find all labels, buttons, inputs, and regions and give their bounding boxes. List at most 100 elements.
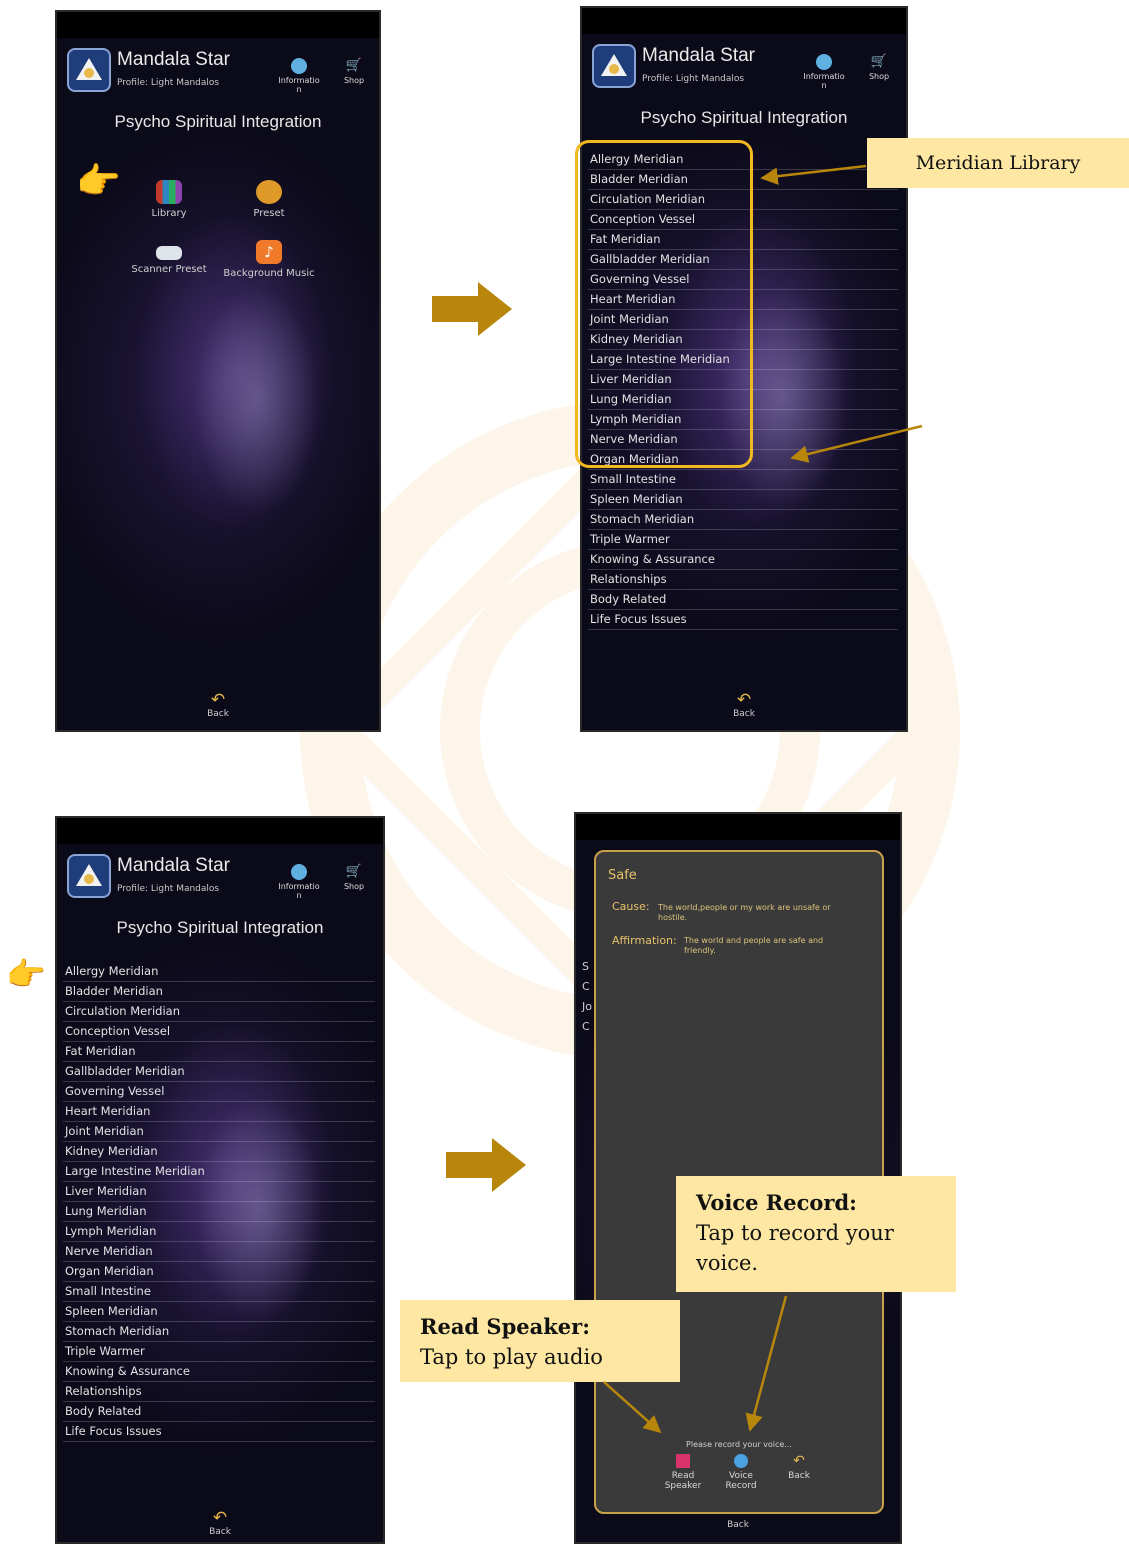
- meridian-list-item[interactable]: Allergy Meridian: [63, 962, 375, 982]
- phone-screen-list: Mandala Star Profile: Light Mandalos Inf…: [55, 816, 385, 1544]
- status-bar: [576, 814, 900, 840]
- dialog-title: Safe: [608, 868, 637, 883]
- globe-info-icon: [291, 864, 307, 880]
- app-title: Mandala Star: [117, 855, 231, 876]
- read-speaker-button[interactable]: Read Speaker: [658, 1454, 708, 1491]
- meridian-list-item[interactable]: Governing Vessel: [63, 1082, 375, 1102]
- shopping-cart-icon: 🛒: [345, 864, 363, 879]
- music-note-icon: ♪: [256, 240, 282, 264]
- meridian-list-item[interactable]: Life Focus Issues: [588, 610, 898, 630]
- app-logo: [67, 48, 111, 92]
- voice-record-callout: Voice Record: Tap to record your voice.: [676, 1176, 956, 1292]
- meridian-list-item[interactable]: Small Intestine: [588, 470, 898, 490]
- meridian-list-item[interactable]: Knowing & Assurance: [588, 550, 898, 570]
- shopping-cart-icon: 🛒: [345, 58, 363, 73]
- shop-button[interactable]: 🛒 Shop: [339, 864, 369, 891]
- phone-screen-home: Mandala Star Profile: Light Mandalos Inf…: [55, 10, 381, 732]
- meridian-list-item[interactable]: Kidney Meridian: [63, 1142, 375, 1162]
- meridian-list-item[interactable]: Lymph Meridian: [63, 1222, 375, 1242]
- meridian-list-item[interactable]: Triple Warmer: [63, 1342, 375, 1362]
- page-title: Psycho Spiritual Integration: [114, 112, 322, 131]
- information-button[interactable]: Information: [277, 864, 321, 900]
- information-label: Information: [278, 76, 320, 94]
- app-title: Mandala Star: [642, 45, 756, 66]
- record-prompt: Please record your voice...: [686, 1440, 792, 1449]
- meridian-list-item[interactable]: Life Focus Issues: [63, 1422, 375, 1442]
- dialog-back-label: Back: [788, 1471, 810, 1481]
- library-label: Library: [151, 208, 187, 219]
- meridian-list-item[interactable]: Circulation Meridian: [63, 1002, 375, 1022]
- information-label: Information: [278, 882, 320, 900]
- meridian-list-item[interactable]: Bladder Meridian: [63, 982, 375, 1002]
- hand-pointing-right-icon: 👉: [76, 161, 121, 202]
- status-bar: [57, 12, 379, 38]
- list-letter-behind: C: [582, 980, 590, 993]
- globe-info-icon: [291, 58, 307, 74]
- scanner-preset-button[interactable]: Scanner Preset: [121, 240, 217, 275]
- shop-button[interactable]: 🛒 Shop: [864, 54, 894, 81]
- list-letter-behind: S: [582, 960, 589, 973]
- flow-arrow-right-icon: [432, 282, 512, 336]
- profile-label: Profile: Light Mandalos: [117, 884, 220, 894]
- sliders-icon: [256, 180, 282, 204]
- background-music-button[interactable]: ♪ Background Music: [221, 240, 317, 279]
- meridian-list-item[interactable]: Small Intestine: [63, 1282, 375, 1302]
- back-label: Back: [207, 709, 229, 719]
- books-icon: [156, 180, 182, 204]
- shop-button[interactable]: 🛒 Shop: [339, 58, 369, 85]
- meridian-list-item[interactable]: Conception Vessel: [63, 1022, 375, 1042]
- affirmation-label: Affirmation:: [612, 934, 677, 947]
- meridian-list-item[interactable]: Stomach Meridian: [63, 1322, 375, 1342]
- back-button[interactable]: ↶ Back: [582, 692, 906, 720]
- microphone-icon: [734, 1454, 748, 1468]
- meridian-list-item[interactable]: Spleen Meridian: [588, 490, 898, 510]
- meridian-list-item[interactable]: Body Related: [588, 590, 898, 610]
- dialog-back-button[interactable]: ↶ Back: [774, 1454, 824, 1481]
- meridian-list-item[interactable]: Gallbladder Meridian: [63, 1062, 375, 1082]
- preset-button[interactable]: Preset: [221, 180, 317, 219]
- meridian-list-item[interactable]: Large Intestine Meridian: [63, 1162, 375, 1182]
- back-label: Back: [733, 709, 755, 719]
- meridian-list-item[interactable]: Body Related: [63, 1402, 375, 1422]
- app-logo: [592, 44, 636, 88]
- back-button[interactable]: ↶ Back: [57, 692, 379, 720]
- affirmation-text: The world and people are safe and friend…: [684, 936, 824, 955]
- meridian-list-item[interactable]: Heart Meridian: [63, 1102, 375, 1122]
- meridian-list-item[interactable]: Lung Meridian: [63, 1202, 375, 1222]
- meridian-list-item[interactable]: Relationships: [63, 1382, 375, 1402]
- meridian-list-item[interactable]: Relationships: [588, 570, 898, 590]
- back-arrow-icon: ↶: [212, 1508, 228, 1528]
- profile-label: Profile: Light Mandalos: [117, 78, 220, 88]
- meridian-library-callout: Meridian Library: [867, 138, 1129, 188]
- cause-text: The world,people or my work are unsafe o…: [658, 903, 831, 922]
- information-button[interactable]: Information: [802, 54, 846, 90]
- meridian-list-item[interactable]: Knowing & Assurance: [63, 1362, 375, 1382]
- speaker-icon: [676, 1454, 690, 1468]
- globe-info-icon: [816, 54, 832, 70]
- back-button[interactable]: Back: [576, 1520, 900, 1530]
- list-letter-behind: Jo: [582, 1000, 592, 1013]
- meridian-list-item[interactable]: Stomach Meridian: [588, 510, 898, 530]
- back-button[interactable]: ↶ Back: [57, 1508, 383, 1538]
- voice-record-label: Voice Record: [725, 1471, 757, 1491]
- scanner-preset-label: Scanner Preset: [131, 264, 207, 275]
- voice-record-title: Voice Record: [696, 1190, 850, 1215]
- back-arrow-icon: ↶: [793, 1453, 805, 1469]
- meridian-list-item[interactable]: Nerve Meridian: [63, 1242, 375, 1262]
- meridian-list-item[interactable]: Organ Meridian: [63, 1262, 375, 1282]
- meridian-list-item[interactable]: Triple Warmer: [588, 530, 898, 550]
- library-button[interactable]: Library: [121, 180, 217, 219]
- background-music-label: Background Music: [223, 268, 315, 279]
- list-letter-behind: C: [582, 1020, 590, 1033]
- meridian-list-item[interactable]: Joint Meridian: [63, 1122, 375, 1142]
- information-label: Information: [803, 72, 845, 90]
- shopping-cart-icon: 🛒: [870, 54, 888, 69]
- meridian-list-item[interactable]: Spleen Meridian: [63, 1302, 375, 1322]
- preset-label: Preset: [253, 208, 285, 219]
- information-button[interactable]: Information: [277, 58, 321, 94]
- read-speaker-callout: Read Speaker: Tap to play audio: [400, 1300, 680, 1382]
- voice-record-button[interactable]: Voice Record: [716, 1454, 766, 1491]
- meridian-list-item[interactable]: Fat Meridian: [63, 1042, 375, 1062]
- meridian-highlight-box: [575, 140, 753, 468]
- meridian-list-item[interactable]: Liver Meridian: [63, 1182, 375, 1202]
